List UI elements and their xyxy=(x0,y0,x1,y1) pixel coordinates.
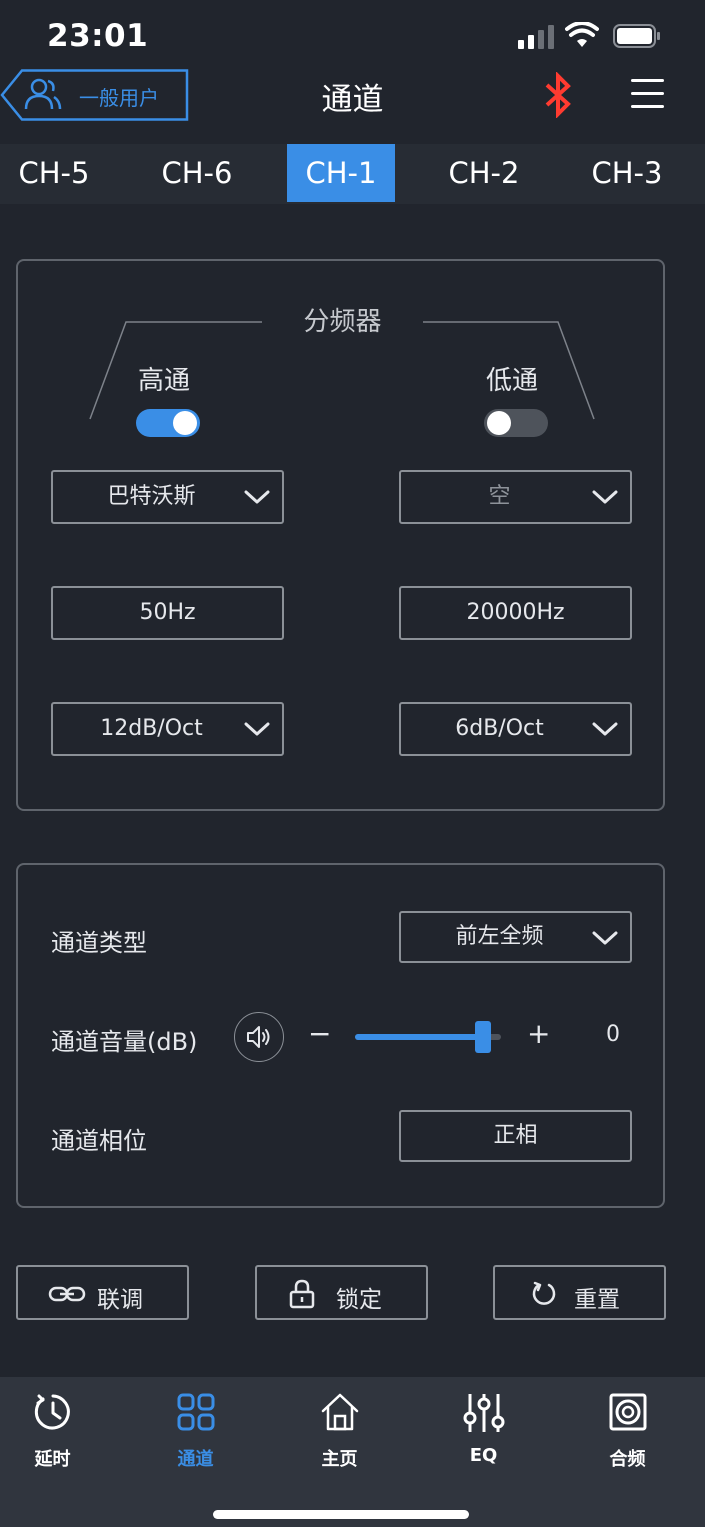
lowpass-label: 低通 xyxy=(486,366,539,396)
link-icon xyxy=(48,1286,86,1302)
highpass-frequency-field[interactable]: 50Hz xyxy=(51,586,284,640)
tab-ch-3[interactable]: CH-3 xyxy=(573,144,681,202)
highpass-label: 高通 xyxy=(138,366,191,396)
eq-sliders-icon xyxy=(463,1394,504,1432)
nav-item-home[interactable]: 主页 xyxy=(269,1377,410,1487)
crossover-title: 分频器 xyxy=(303,307,382,337)
page-title: 通道 xyxy=(321,82,384,118)
grid-icon xyxy=(177,1393,214,1431)
chevron-down-icon xyxy=(244,722,270,736)
menu-icon[interactable] xyxy=(631,77,664,109)
nav-label-eq: EQ xyxy=(469,1445,498,1466)
speaker-volume-icon xyxy=(247,1026,270,1048)
nav-item-eq[interactable]: EQ xyxy=(413,1377,554,1487)
chevron-down-icon xyxy=(592,722,618,736)
tab-ch-1[interactable]: CH-1 xyxy=(287,144,395,202)
home-icon xyxy=(321,1393,358,1431)
tab-ch-2[interactable]: CH-2 xyxy=(430,144,538,202)
channel-phase-label: 通道相位 xyxy=(51,1127,147,1155)
lowpass-slope-select[interactable]: 6dB/Oct xyxy=(399,702,632,756)
crossover-bracket xyxy=(89,321,595,420)
lock-label: 锁定 xyxy=(336,1287,382,1313)
nav-label-mix: 合频 xyxy=(609,1449,646,1470)
speaker-icon xyxy=(609,1393,646,1431)
nav-label-channel: 通道 xyxy=(177,1449,214,1470)
battery-icon xyxy=(613,24,660,48)
lock-button[interactable]: 锁定 xyxy=(255,1265,428,1320)
channel-type-value: 前左全频 xyxy=(455,924,544,949)
home-indicator xyxy=(213,1510,469,1519)
chevron-down-icon xyxy=(244,490,270,504)
reset-label: 重置 xyxy=(574,1287,620,1313)
highpass-slope-value: 12dB/Oct xyxy=(100,716,203,741)
chevron-down-icon xyxy=(592,931,618,945)
nav-item-channel[interactable]: 通道 xyxy=(125,1377,266,1487)
volume-value: 0 xyxy=(606,1022,620,1047)
link-label: 联调 xyxy=(97,1287,143,1313)
highpass-slope-select[interactable]: 12dB/Oct xyxy=(51,702,284,756)
lowpass-type-value: 空 xyxy=(488,484,511,509)
channel-phase-value: 正相 xyxy=(493,1123,538,1148)
bottom-nav: 延时 通道 主页 EQ 合频 xyxy=(0,1377,705,1527)
mute-button[interactable] xyxy=(234,1012,284,1062)
volume-decrease-button[interactable]: − xyxy=(308,1017,331,1050)
tab-ch-6[interactable]: CH-6 xyxy=(143,144,251,202)
nav-item-mix[interactable]: 合频 xyxy=(557,1377,698,1487)
channel-tabs: CH-5 CH-6 CH-1 CH-2 CH-3 xyxy=(0,144,705,204)
volume-increase-button[interactable]: + xyxy=(527,1017,550,1050)
volume-slider[interactable] xyxy=(355,1021,501,1053)
highpass-type-select[interactable]: 巴特沃斯 xyxy=(51,470,284,524)
lowpass-frequency-value: 20000Hz xyxy=(466,600,565,625)
tab-ch-5[interactable]: CH-5 xyxy=(0,144,108,202)
lowpass-slope-value: 6dB/Oct xyxy=(455,716,544,741)
highpass-toggle[interactable] xyxy=(136,409,200,437)
channel-type-select[interactable]: 前左全频 xyxy=(399,911,632,963)
chevron-down-icon xyxy=(592,490,618,504)
crossover-panel: 分频器 高通 低通 巴特沃斯 空 50Hz 20000Hz 12dB/Oct 6… xyxy=(16,259,665,811)
lock-icon xyxy=(289,1279,315,1309)
highpass-frequency-value: 50Hz xyxy=(139,600,196,625)
channel-volume-label: 通道音量(dB) xyxy=(51,1028,198,1056)
channel-settings-panel: 通道类型 前左全频 通道音量(dB) − + 0 通道相位 正相 xyxy=(16,863,665,1208)
reset-icon xyxy=(532,1281,556,1305)
nav-item-delay[interactable]: 延时 xyxy=(0,1377,123,1487)
link-button[interactable]: 联调 xyxy=(16,1265,189,1320)
nav-label-home: 主页 xyxy=(321,1449,358,1470)
channel-phase-button[interactable]: 正相 xyxy=(399,1110,632,1162)
channel-screen: 23:01 一般用户 通道 CH-5 CH-6 CH-1 CH-2 CH-3 分… xyxy=(0,0,705,1527)
volume-slider-fill xyxy=(355,1034,484,1040)
bluetooth-icon[interactable] xyxy=(542,72,574,118)
status-time: 23:01 xyxy=(47,18,149,54)
cellular-signal-icon xyxy=(518,25,556,49)
lowpass-toggle[interactable] xyxy=(484,409,548,437)
reset-button[interactable]: 重置 xyxy=(493,1265,666,1320)
lowpass-type-select[interactable]: 空 xyxy=(399,470,632,524)
volume-slider-thumb[interactable] xyxy=(475,1021,492,1053)
clock-icon xyxy=(34,1394,70,1430)
highpass-type-value: 巴特沃斯 xyxy=(107,484,196,509)
channel-type-label: 通道类型 xyxy=(51,929,147,957)
wifi-icon xyxy=(565,22,599,47)
nav-label-delay: 延时 xyxy=(34,1449,71,1470)
lowpass-frequency-field[interactable]: 20000Hz xyxy=(399,586,632,640)
